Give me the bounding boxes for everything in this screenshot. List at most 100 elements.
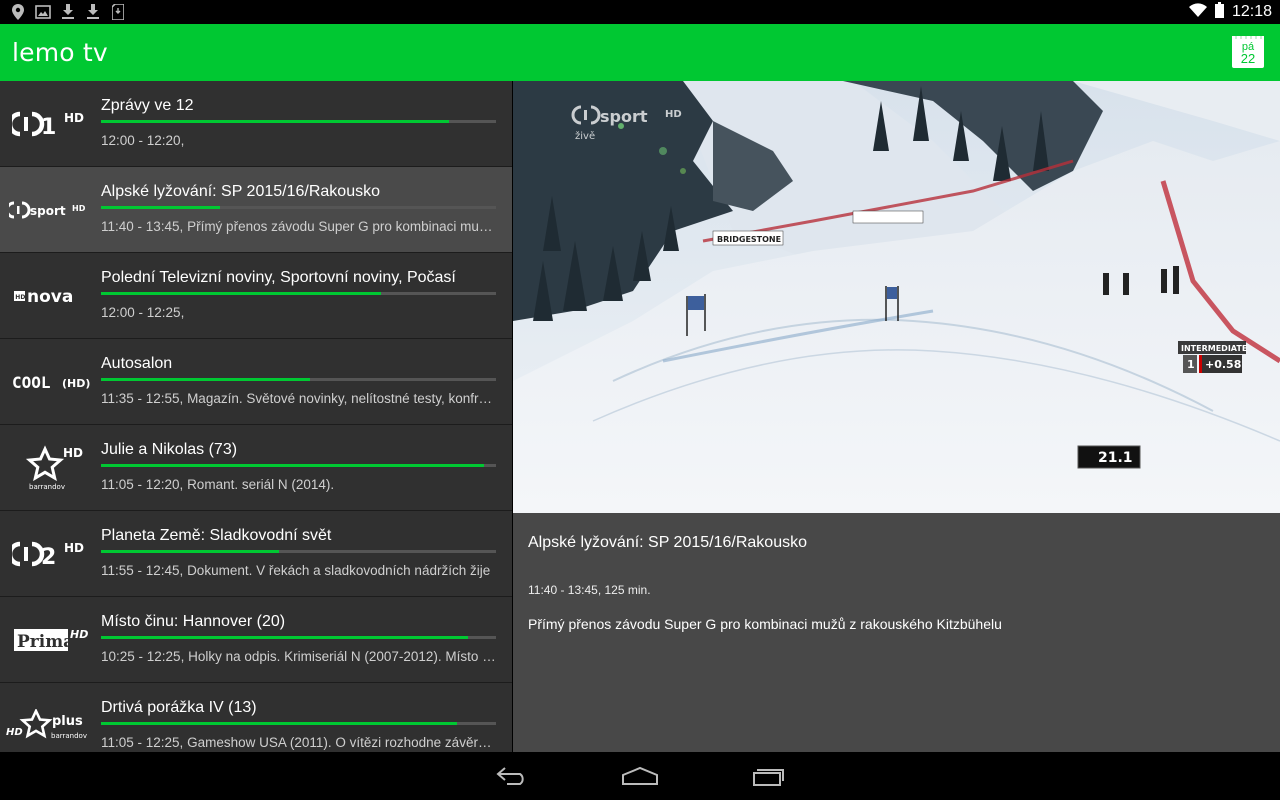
intermediate-time-overlay: INTERMEDIATE 1 +0.58 — [1178, 341, 1247, 373]
calendar-date-button[interactable]: pá 22 — [1232, 36, 1264, 68]
program-title: Julie a Nikolas (73) — [101, 441, 238, 458]
svg-text:živě: živě — [575, 130, 595, 142]
channel-row[interactable]: HD barrandov Julie a Nikolas (73) 11:05 … — [0, 425, 512, 511]
svg-text:1: 1 — [1187, 358, 1195, 371]
detail-title: Alpské lyžování: SP 2015/16/Rakousko — [528, 534, 807, 551]
recents-icon[interactable] — [744, 752, 792, 800]
progress-fill — [101, 378, 311, 381]
channel-row[interactable]: 2 HD Planeta Země: Sladkovodní svět 11:5… — [0, 511, 512, 597]
program-title: Alpské lyžování: SP 2015/16/Rakousko — [101, 183, 380, 200]
download-icon — [85, 4, 101, 20]
barrandov-plus-hd-logo: HD plus barrandov — [0, 683, 100, 752]
ct-sport-hd-logo: sport HD — [0, 167, 100, 252]
clock: 12:18 — [1231, 3, 1272, 20]
svg-text:HD: HD — [665, 109, 682, 120]
status-bar: 12:18 — [0, 0, 1280, 24]
channel-row[interactable]: 1 HD Zprávy ve 12 12:00 - 12:20, — [0, 81, 512, 167]
image-icon — [35, 4, 51, 20]
program-time-desc: 10:25 - 12:25, Holky na odpis. Krimiseri… — [101, 649, 496, 664]
notification-icons — [0, 4, 126, 20]
svg-text:HD: HD — [72, 204, 86, 213]
program-progress — [101, 550, 496, 553]
channel-row[interactable]: Prima HD Místo činu: Hannover (20) 10:25… — [0, 597, 512, 683]
svg-text:HD: HD — [15, 294, 25, 301]
program-title: Polední Televizní noviny, Sportovní novi… — [101, 269, 456, 286]
nova-hd-logo: HD nova — [0, 253, 100, 338]
svg-text:plus: plus — [52, 714, 83, 729]
svg-text:21.1: 21.1 — [1098, 450, 1133, 466]
program-time-desc: 11:40 - 13:45, Přímý přenos závodu Super… — [101, 219, 496, 234]
calendar-day-number: 22 — [1240, 51, 1256, 66]
svg-text:HD: HD — [64, 541, 84, 555]
progress-fill — [101, 550, 279, 553]
program-time-desc: 12:00 - 12:25, — [101, 305, 185, 320]
program-title: Drtivá porážka IV (13) — [101, 699, 257, 716]
program-time-desc: 12:00 - 12:20, — [101, 133, 185, 148]
program-progress — [101, 120, 496, 123]
battery-icon — [1214, 1, 1224, 23]
download-icon — [60, 4, 76, 20]
progress-fill — [101, 636, 469, 639]
cool-hd-logo: COOL (HD) — [0, 339, 100, 424]
svg-text:sport: sport — [600, 107, 648, 126]
prima-hd-logo: Prima HD — [0, 597, 100, 682]
svg-text:Prima: Prima — [17, 632, 74, 652]
program-time-desc: 11:35 - 12:55, Magazín. Světové novinky,… — [101, 391, 496, 406]
svg-text:+0.58: +0.58 — [1205, 358, 1241, 371]
svg-text:INTERMEDIATE: INTERMEDIATE — [1181, 344, 1247, 353]
ski-race-video-frame: BRIDGESTONE sport HD živě INTERMEDIATE 1… — [513, 81, 1280, 513]
system-indicators: 12:18 — [1188, 1, 1280, 23]
svg-text:2: 2 — [41, 545, 56, 569]
svg-text:barrandov: barrandov — [29, 483, 65, 491]
channel-list[interactable]: 1 HD Zprávy ve 12 12:00 - 12:20, sport H… — [0, 81, 512, 752]
svg-text:(HD): (HD) — [62, 377, 90, 390]
svg-text:COOL: COOL — [12, 373, 51, 392]
program-time-desc: 11:05 - 12:20, Romant. seriál N (2014). — [101, 477, 335, 492]
program-progress — [101, 292, 496, 295]
channel-row[interactable]: COOL (HD) Autosalon 11:35 - 12:55, Magaz… — [0, 339, 512, 425]
program-time-desc: 11:55 - 12:45, Dokument. V řekách a slad… — [101, 563, 491, 578]
channel-row[interactable]: HD plus barrandov Drtivá porážka IV (13)… — [0, 683, 512, 752]
video-player[interactable]: BRIDGESTONE sport HD živě INTERMEDIATE 1… — [513, 81, 1280, 513]
progress-fill — [101, 464, 485, 467]
barrandov-hd-logo: HD barrandov — [0, 425, 100, 510]
ct1-hd-logo: 1 HD — [0, 81, 100, 166]
program-title: Místo činu: Hannover (20) — [101, 613, 286, 630]
svg-text:sport: sport — [30, 204, 66, 218]
svg-text:HD: HD — [63, 446, 83, 460]
svg-text:nova: nova — [27, 287, 73, 306]
channel-row[interactable]: HD nova Polední Televizní noviny, Sporto… — [0, 253, 512, 339]
sponsor-banner: BRIDGESTONE — [717, 235, 781, 244]
system-nav-bar — [0, 752, 1280, 800]
program-progress — [101, 206, 496, 209]
channel-row-selected[interactable]: sport HD Alpské lyžování: SP 2015/16/Rak… — [0, 167, 512, 253]
sd-card-icon — [110, 4, 126, 20]
program-detail-panel: Alpské lyžování: SP 2015/16/Rakousko 11:… — [513, 513, 1280, 752]
svg-text:HD: HD — [70, 628, 88, 641]
detail-description: Přímý přenos závodu Super G pro kombinac… — [528, 616, 1002, 632]
svg-text:1: 1 — [41, 115, 56, 139]
progress-fill — [101, 206, 220, 209]
race-timer-overlay: 21.1 — [1077, 445, 1141, 469]
program-title: Autosalon — [101, 355, 173, 372]
back-icon[interactable] — [488, 752, 536, 800]
detail-time: 11:40 - 13:45, 125 min. — [528, 583, 651, 597]
program-progress — [101, 722, 496, 725]
program-progress — [101, 636, 496, 639]
svg-text:HD: HD — [64, 111, 84, 125]
location-pin-icon — [10, 4, 26, 20]
program-title: Planeta Země: Sladkovodní svět — [101, 527, 332, 544]
program-progress — [101, 464, 496, 467]
app-bar: lemo tv pá 22 — [0, 24, 1280, 81]
progress-fill — [101, 722, 457, 725]
app-root: 12:18 lemo tv pá 22 1 HD Zprávy ve 12 12… — [0, 0, 1280, 800]
ct2-hd-logo: 2 HD — [0, 511, 100, 596]
program-time-desc: 11:05 - 12:25, Gameshow USA (2011). O ví… — [101, 735, 496, 750]
progress-fill — [101, 120, 449, 123]
svg-text:HD: HD — [6, 727, 23, 738]
progress-fill — [101, 292, 382, 295]
app-title: lemo tv — [12, 38, 108, 67]
program-title: Zprávy ve 12 — [101, 97, 194, 114]
program-progress — [101, 378, 496, 381]
home-icon[interactable] — [616, 752, 664, 800]
